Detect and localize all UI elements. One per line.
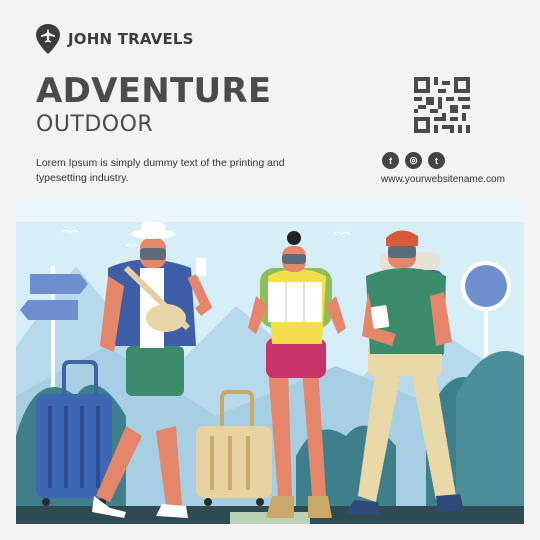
airplane-pin-icon: [36, 24, 60, 54]
travel-illustration: [16, 196, 524, 524]
description-text: Lorem Ipsum is simply dummy text of the …: [36, 157, 285, 184]
qr-code-icon[interactable]: [414, 77, 470, 133]
brand: JOHN TRAVELS: [36, 24, 194, 54]
website-link[interactable]: www.yourwebsitename.com: [381, 174, 505, 185]
page-title: ADVENTURE: [36, 71, 272, 111]
social-links: f ◎ t: [382, 152, 445, 169]
twitter-icon[interactable]: t: [428, 152, 445, 169]
facebook-icon[interactable]: f: [382, 152, 399, 169]
page-subtitle: OUTDOOR: [36, 112, 154, 137]
instagram-icon[interactable]: ◎: [405, 152, 422, 169]
brand-name: JOHN TRAVELS: [68, 30, 194, 48]
